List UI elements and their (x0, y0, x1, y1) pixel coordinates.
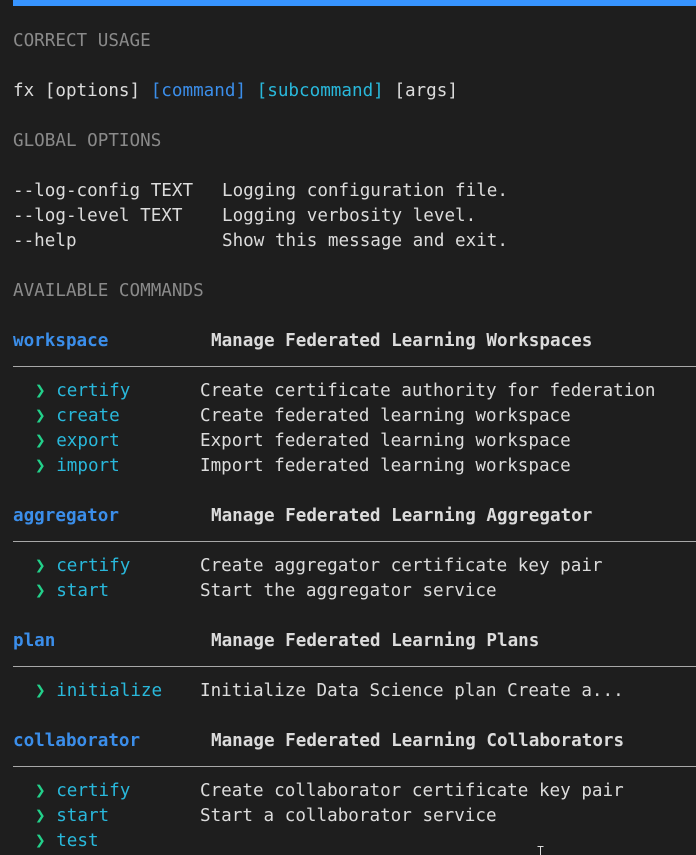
subcommand-desc: Create federated learning workspace (200, 406, 571, 426)
subcommand-name: create (56, 406, 120, 426)
divider (13, 766, 696, 767)
subcommand-name: test (56, 831, 99, 851)
subcommand-desc: Start the aggregator service (200, 581, 497, 601)
option-flag: --log-config TEXT (13, 181, 194, 201)
subcommand-name: certify (56, 556, 131, 576)
subcommand-name: certify (56, 381, 131, 401)
global-options-header: GLOBAL OPTIONS (13, 131, 162, 151)
subcommand-item: ❯ certify (35, 554, 130, 579)
subcommand-desc: Create aggregator certificate key pair (200, 556, 603, 576)
subcommand-name: start (56, 581, 110, 601)
subcommand-item: ❯ create (35, 404, 120, 429)
chevron-right-icon: ❯ (35, 456, 46, 476)
text-cursor-icon (537, 846, 544, 855)
usage-command: [command] (150, 81, 247, 101)
option-desc: Show this message and exit. (222, 231, 508, 251)
top-accent-bar (13, 0, 696, 6)
subcommand-item: ❯ initialize (35, 679, 162, 704)
command-desc: Manage Federated Learning Plans (211, 631, 540, 651)
subcommand-name: certify (56, 781, 131, 801)
subcommand-item: ❯ certify (35, 379, 130, 404)
option-flag: --log-level TEXT (13, 206, 183, 226)
usage-options: [options] (44, 81, 141, 101)
command-plan: plan (13, 631, 56, 651)
subcommand-item: ❯ certify (35, 779, 130, 804)
subcommand-item: ❯ test (35, 829, 99, 854)
chevron-right-icon: ❯ (35, 806, 46, 826)
command-workspace: workspace (13, 331, 109, 351)
subcommand-desc: Export federated learning workspace (200, 431, 571, 451)
subcommand-desc: Create collaborator certificate key pair (200, 781, 624, 801)
chevron-right-icon: ❯ (35, 431, 46, 451)
chevron-right-icon: ❯ (35, 556, 46, 576)
subcommand-desc: Import federated learning workspace (200, 456, 571, 476)
subcommand-item: ❯ export (35, 429, 120, 454)
chevron-right-icon: ❯ (35, 381, 46, 401)
chevron-right-icon: ❯ (35, 831, 46, 851)
usage-prog: fx (13, 81, 35, 101)
command-collaborator: collaborator (13, 731, 141, 751)
divider (13, 541, 696, 542)
command-desc: Manage Federated Learning Aggregator (211, 506, 593, 526)
subcommand-name: import (56, 456, 120, 476)
available-commands-header: AVAILABLE COMMANDS (13, 281, 204, 301)
option-desc: Logging configuration file. (222, 181, 508, 201)
command-aggregator: aggregator (13, 506, 119, 526)
usage-line: fx [options] [command] [subcommand] [arg… (13, 79, 458, 104)
subcommand-desc: Initialize Data Science plan Create a... (200, 681, 624, 701)
subcommand-item: ❯ start (35, 804, 109, 829)
divider (13, 666, 696, 667)
usage-args: [args] (394, 81, 458, 101)
chevron-right-icon: ❯ (35, 406, 46, 426)
divider (13, 366, 696, 367)
subcommand-desc: Start a collaborator service (200, 806, 497, 826)
subcommand-desc: Create certificate authority for federat… (200, 381, 656, 401)
subcommand-name: export (56, 431, 120, 451)
subcommand-name: initialize (56, 681, 163, 701)
usage-header: CORRECT USAGE (13, 31, 151, 51)
option-desc: Logging verbosity level. (222, 206, 477, 226)
chevron-right-icon: ❯ (35, 781, 46, 801)
command-desc: Manage Federated Learning Workspaces (211, 331, 593, 351)
subcommand-name: start (56, 806, 110, 826)
usage-subcommand: [subcommand] (256, 81, 384, 101)
subcommand-item: ❯ start (35, 579, 109, 604)
chevron-right-icon: ❯ (35, 681, 46, 701)
subcommand-item: ❯ import (35, 454, 120, 479)
command-desc: Manage Federated Learning Collaborators (211, 731, 625, 751)
option-flag: --help (13, 231, 77, 251)
chevron-right-icon: ❯ (35, 581, 46, 601)
